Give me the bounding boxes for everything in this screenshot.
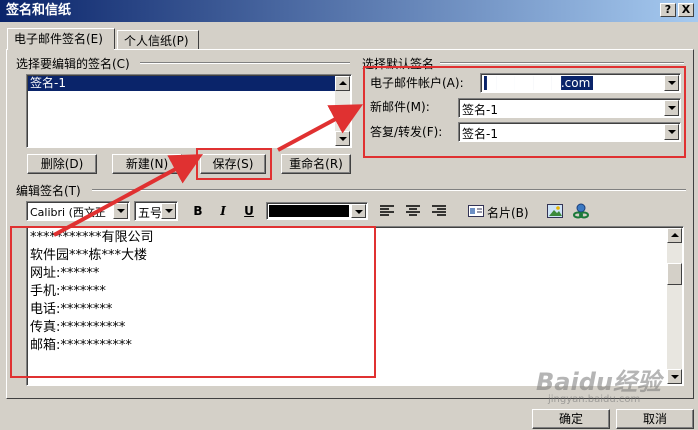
annotation-arrows [53,104,364,237]
arrow-to-default [277,104,364,152]
arrow-to-save [53,154,204,237]
